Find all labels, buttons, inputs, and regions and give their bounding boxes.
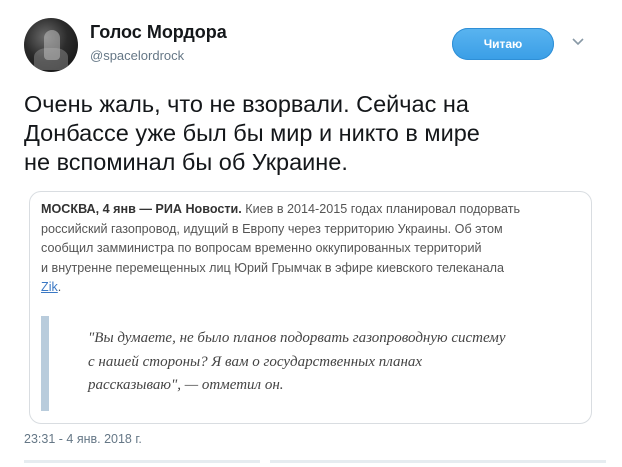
article-line: российский газопровод, идущий в Европу ч… (41, 221, 503, 236)
article-line-suffix: . (57, 280, 62, 294)
chevron-down-icon[interactable] (570, 34, 586, 50)
author-display-name[interactable]: Голос Мордора (90, 22, 227, 43)
following-button[interactable]: Читаю (452, 28, 554, 60)
tweet-text-line: не вспоминал бы об Украине. (24, 149, 348, 175)
article-dateline: МОСКВА, 4 янв — РИА Новости. (41, 202, 242, 216)
article-line: Zik. (41, 278, 586, 298)
quote-line: рассказываю", — отметил он. (88, 377, 284, 393)
quote-bar (41, 316, 49, 411)
quote-line: "Вы думаете, не было планов подорвать га… (88, 330, 506, 346)
quote-line: с нашей стороны? Я вам о государственных… (88, 353, 423, 370)
tweet-text-line: Донбассе уже был бы мир и никто в мире (24, 120, 480, 146)
channel-link[interactable]: Zik (41, 280, 58, 294)
article-text: МОСКВА, 4 янв — РИА Новости. Киев в 2014… (41, 200, 586, 298)
tweet-text: Очень жаль, что не взорвали. Сейчас на Д… (24, 90, 614, 177)
avatar-figure-head (44, 30, 60, 60)
article-line: сообщил замминистра по вопросам временно… (41, 241, 482, 255)
tweet-timestamp[interactable]: 23:31 - 4 янв. 2018 г. (24, 432, 142, 446)
author-handle[interactable]: @spacelordrock (90, 48, 184, 63)
avatar[interactable] (24, 18, 78, 72)
tweet-text-line: Очень жаль, что не взорвали. Сейчас на (24, 91, 469, 117)
article-line-rest: Киев в 2014-2015 годах планировал подорв… (241, 202, 521, 216)
article-quote: "Вы думаете, не было планов подорвать га… (88, 327, 568, 398)
article-line: и внутренне перемещенных лиц Юрий Грымча… (41, 260, 504, 275)
divider (270, 460, 606, 463)
article-line: МОСКВА, 4 янв — РИА Новости. Киев в 2014… (41, 200, 586, 220)
divider (24, 460, 260, 463)
